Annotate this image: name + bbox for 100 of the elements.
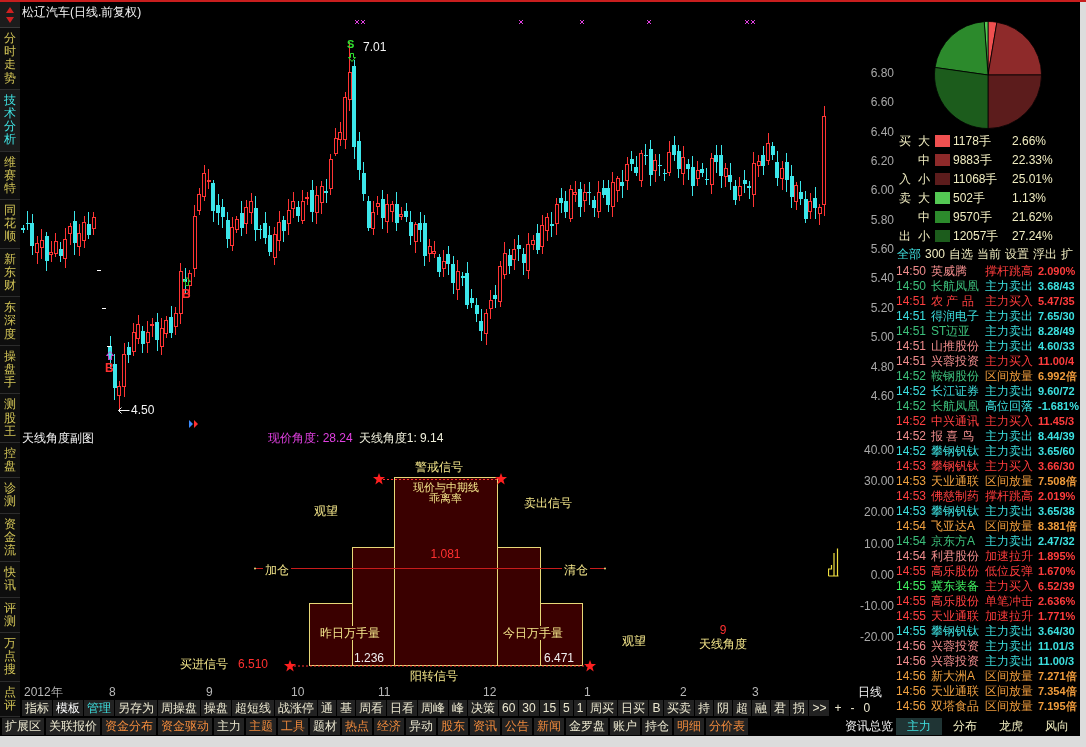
alert-value: 2.636% [1038, 594, 1076, 609]
filter-tab[interactable]: 当前 [977, 246, 1002, 261]
toolbar-button[interactable]: 峰 [449, 700, 467, 716]
sidebar-tab[interactable]: 同花顺 [0, 200, 20, 249]
toolbar-button[interactable]: 买卖 [664, 700, 695, 716]
sidebar-tab[interactable]: 东深度 [0, 297, 20, 346]
toolbar-button[interactable]: 另存为 [115, 700, 157, 716]
toolbar-button[interactable]: 阴 [714, 700, 733, 716]
function-button[interactable]: 金罗盘 [566, 718, 608, 735]
toolbar-button[interactable]: 日买 [618, 700, 649, 716]
stock-name: 长航凤凰 [931, 399, 979, 413]
alert-value: 3.65/38 [1038, 504, 1075, 519]
toolbar-button[interactable]: 周峰 [418, 700, 448, 716]
toolbar-button[interactable]: 周看 [356, 700, 386, 716]
legend-label: 中 [918, 209, 930, 224]
sidebar-tab[interactable]: 诊测 [0, 478, 20, 514]
summary-tab[interactable]: 资讯总览 [842, 718, 896, 735]
alert-time: 14:51 [896, 309, 927, 323]
toolbar-button[interactable]: 1 [573, 700, 587, 716]
function-button[interactable]: 资讯 [470, 718, 500, 735]
stock-name: 得润电子 [931, 309, 979, 323]
toolbar-button[interactable]: 决策 [468, 700, 498, 716]
toolbar-button[interactable]: 日看 [387, 700, 417, 716]
legend-percent: 22.33% [1012, 152, 1053, 167]
panel-tab[interactable]: 分布 [942, 718, 988, 735]
function-button[interactable]: 经济 [374, 718, 404, 735]
toolbar-button[interactable]: 指标 [22, 700, 52, 716]
toolbar-button[interactable]: 超短线 [232, 700, 274, 716]
function-button[interactable]: 账户 [610, 718, 640, 735]
filter-tab[interactable]: 全部 [897, 246, 921, 261]
function-button[interactable]: 明细 [674, 718, 704, 735]
function-button[interactable]: 扩展区 [2, 718, 44, 735]
sidebar-tab[interactable]: 操盘手 [0, 345, 20, 395]
sidebar-tab[interactable]: 技术分析 [0, 89, 20, 152]
function-button[interactable]: 关联报价 [46, 718, 100, 735]
sidebar-tab[interactable]: 点评 [0, 681, 20, 717]
function-button[interactable]: 异动 [406, 718, 436, 735]
alert-value: 2.090% [1038, 264, 1076, 279]
panel-tab[interactable]: 龙虎 [988, 718, 1034, 735]
legend-amount: 9883手 [953, 152, 992, 167]
toolbar-button[interactable]: 君 [771, 700, 790, 716]
function-button[interactable]: 股东 [438, 718, 468, 735]
toolbar-button[interactable]: 60 [499, 700, 519, 716]
function-button[interactable]: 主力 [214, 718, 244, 735]
scroll-button[interactable] [0, 2, 20, 28]
legend-percent: 1.13% [1012, 190, 1047, 205]
toolbar-button[interactable]: 战涨停 [275, 700, 317, 716]
sidebar-tab[interactable]: 分时走势 [0, 28, 20, 90]
toolbar-button[interactable]: 超 [733, 700, 752, 716]
function-button[interactable]: 工具 [278, 718, 308, 735]
toolbar-button[interactable]: 操盘 [201, 700, 231, 716]
stock-name: 高乐股份 [931, 564, 979, 578]
axis-label: 6.00 [870, 183, 894, 198]
stock-name: 英威腾 [931, 264, 967, 278]
toolbar-button[interactable]: 拐 [790, 700, 809, 716]
sidebar-tab[interactable]: 万点搜 [0, 632, 20, 682]
sidebar-tab[interactable]: 资金流 [0, 513, 20, 563]
filter-tab[interactable]: 浮出 [1033, 246, 1058, 261]
alert-value: 4.60/33 [1038, 339, 1075, 354]
toolbar-button[interactable]: 模板 [53, 700, 83, 716]
function-button[interactable]: 资金分布 [102, 718, 156, 735]
toolbar-button[interactable]: 5 [560, 700, 573, 716]
sidebar-tab[interactable]: 新东财 [0, 248, 20, 298]
toolbar-button[interactable]: + [830, 700, 846, 716]
axis-label: 5.40 [870, 271, 894, 286]
toolbar-button[interactable]: - [846, 700, 859, 716]
filter-tab[interactable]: 扩 [1061, 246, 1074, 261]
stock-name: 长航凤凰 [931, 279, 979, 293]
filter-tab[interactable]: 自选 [949, 246, 974, 261]
function-button[interactable]: 持仓 [642, 718, 672, 735]
toolbar-button[interactable]: B [649, 700, 664, 716]
legend-percent: 27.24% [1012, 228, 1053, 243]
toolbar-button[interactable]: 基 [337, 700, 355, 716]
sidebar-tab[interactable]: 快讯 [0, 562, 20, 598]
function-button[interactable]: 公告 [502, 718, 532, 735]
toolbar-button[interactable]: 周操盘 [158, 700, 200, 716]
toolbar-button[interactable]: 30 [519, 700, 539, 716]
panel-tab[interactable]: 风向 [1034, 718, 1080, 735]
toolbar-button[interactable]: 周买 [587, 700, 618, 716]
sidebar-tab[interactable]: 控盘 [0, 442, 20, 479]
function-button[interactable]: 新闻 [534, 718, 564, 735]
toolbar-button[interactable]: 0 [859, 700, 875, 716]
toolbar-button[interactable]: >> [809, 700, 830, 716]
function-button[interactable]: 主题 [246, 718, 276, 735]
alert-event: 主力卖出 [985, 624, 1033, 638]
filter-tab[interactable]: 设置 [1005, 246, 1030, 261]
sidebar-tab[interactable]: 维赛特 [0, 151, 20, 201]
filter-tab[interactable]: 300 [925, 246, 946, 261]
sidebar-tab[interactable]: 测股王 [0, 394, 20, 443]
toolbar-button[interactable]: 管理 [84, 700, 114, 716]
function-button[interactable]: 分价表 [706, 718, 748, 735]
function-button[interactable]: 热点 [342, 718, 372, 735]
function-button[interactable]: 题材 [310, 718, 340, 735]
toolbar-button[interactable]: 融 [752, 700, 771, 716]
sidebar-tab[interactable]: 评测 [0, 597, 20, 633]
toolbar-button[interactable]: 持 [695, 700, 714, 716]
function-button[interactable]: 资金驱动 [158, 718, 212, 735]
toolbar-button[interactable]: 15 [539, 700, 560, 716]
toolbar-button[interactable]: 通 [318, 700, 336, 716]
panel-tab[interactable]: 主力 [896, 718, 942, 735]
